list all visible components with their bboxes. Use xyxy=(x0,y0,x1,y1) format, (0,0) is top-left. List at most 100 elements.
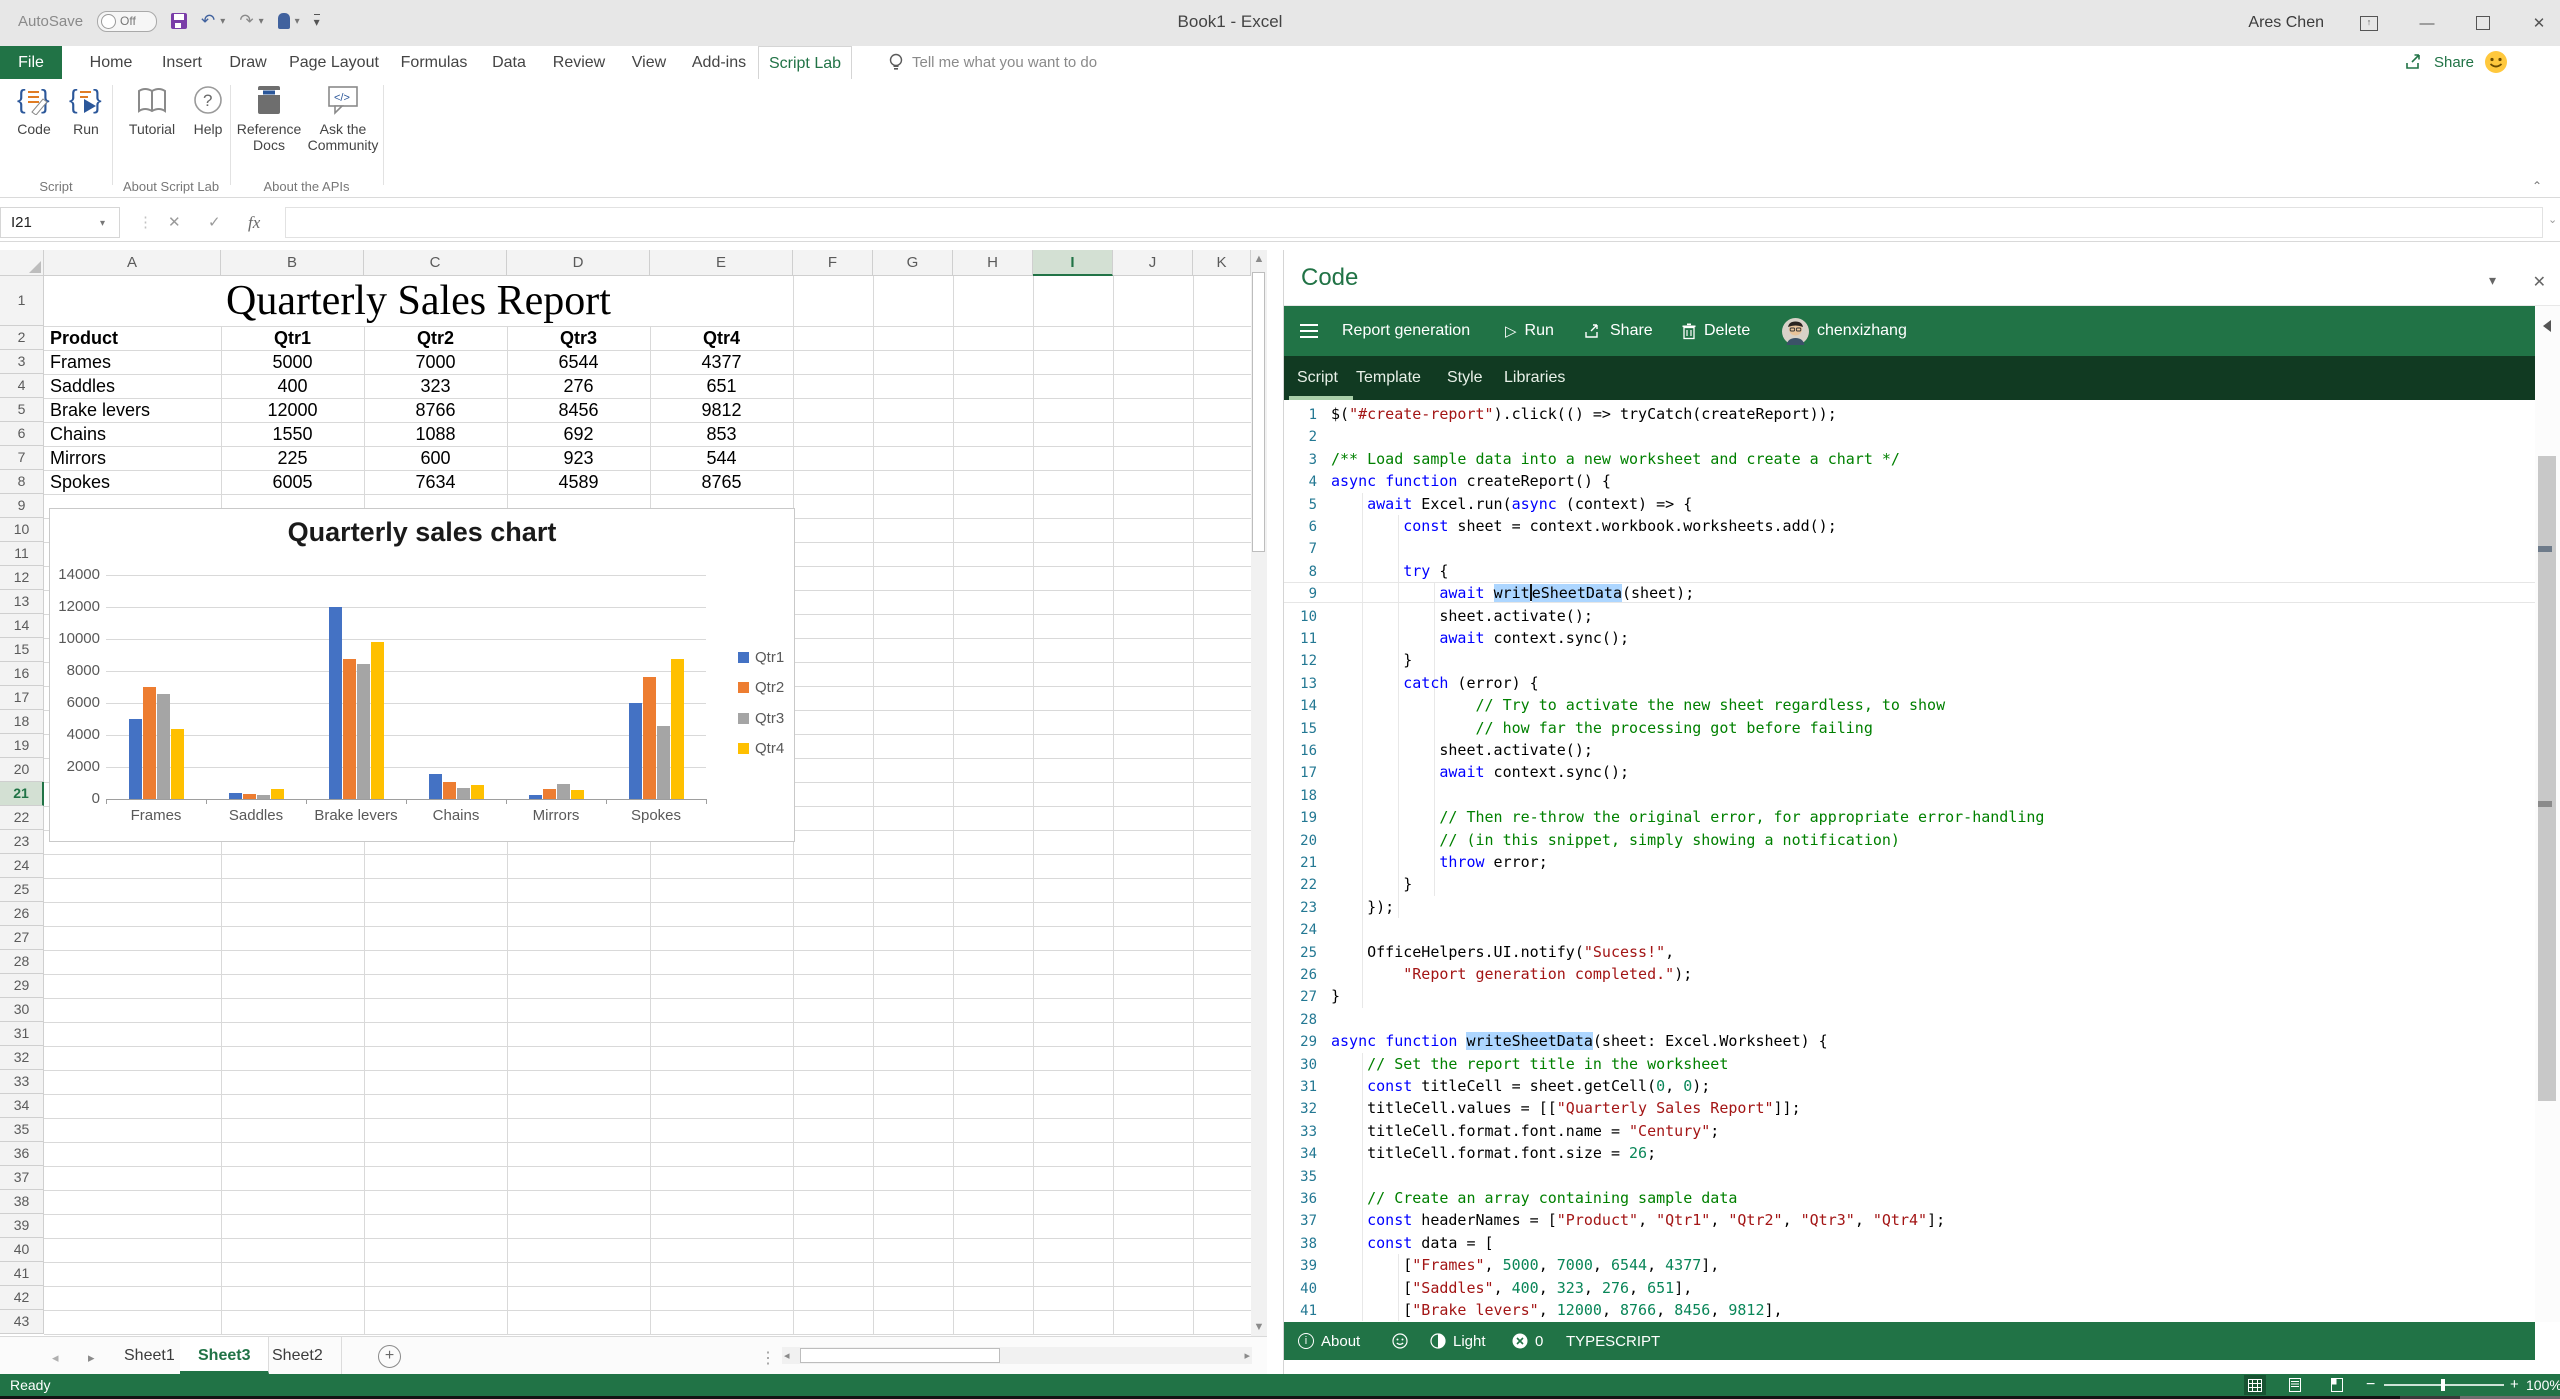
row-header-14[interactable]: 14 xyxy=(0,614,44,638)
share-button[interactable]: Share xyxy=(2434,54,2474,71)
row-header-5[interactable]: 5 xyxy=(0,398,44,422)
restore-icon[interactable] xyxy=(2476,16,2490,30)
confirm-entry-icon[interactable]: ✓ xyxy=(208,213,221,231)
grid-cell[interactable]: Qtr3 xyxy=(507,326,650,350)
grid-cell[interactable]: 12000 xyxy=(221,398,364,422)
code-editor[interactable]: 1$("#create-report").click(() => tryCatc… xyxy=(1284,400,2535,1322)
scroll-up-icon[interactable]: ▲ xyxy=(1251,253,1267,265)
row-header-10[interactable]: 10 xyxy=(0,518,44,542)
signed-in-user[interactable]: Ares Chen xyxy=(2248,14,2324,32)
row-header-6[interactable]: 6 xyxy=(0,422,44,446)
grid-cell[interactable]: Qtr2 xyxy=(364,326,507,350)
zoom-slider-thumb[interactable] xyxy=(2441,1379,2445,1391)
grid-cell[interactable]: 1088 xyxy=(364,422,507,446)
ask-the-community-button[interactable]: </>Ask the Community xyxy=(304,83,382,153)
script-lab-tab-script[interactable]: Script xyxy=(1297,356,1345,400)
feedback-smiley-icon[interactable] xyxy=(2484,50,2508,74)
grid-cell[interactable]: 4377 xyxy=(650,350,793,374)
grid-cell[interactable]: 5000 xyxy=(221,350,364,374)
row-header-18[interactable]: 18 xyxy=(0,710,44,734)
horizontal-scrollbar[interactable]: ◂ ▸ xyxy=(782,1347,1252,1364)
theme-button[interactable]: Light xyxy=(1430,1322,1486,1360)
about-button[interactable]: iAbout xyxy=(1298,1322,1360,1360)
menu-button[interactable] xyxy=(1300,306,1318,356)
grid-cell[interactable]: 8765 xyxy=(650,470,793,494)
formula-input[interactable] xyxy=(285,207,2543,238)
ribbon-tab-review[interactable]: Review xyxy=(546,46,612,79)
grid-cell[interactable]: 7000 xyxy=(364,350,507,374)
scrollbar-resize-handle[interactable]: ⋮ xyxy=(760,1348,776,1368)
column-header-K[interactable]: K xyxy=(1193,250,1251,276)
grid-cell[interactable]: 544 xyxy=(650,446,793,470)
grid-cell[interactable]: 1550 xyxy=(221,422,364,446)
row-header-11[interactable]: 11 xyxy=(0,542,44,566)
pane-collapse-icon[interactable] xyxy=(2543,320,2551,332)
grid-cell[interactable]: 400 xyxy=(221,374,364,398)
script-lab-tab-template[interactable]: Template xyxy=(1356,356,1432,400)
page-layout-view-button[interactable] xyxy=(2288,1378,2302,1392)
row-header-33[interactable]: 33 xyxy=(0,1070,44,1094)
language-mode[interactable]: TYPESCRIPT xyxy=(1566,1322,1660,1360)
ribbon-tab-insert[interactable]: Insert xyxy=(152,46,212,79)
ribbon-display-options-icon[interactable]: ↑ xyxy=(2360,16,2378,31)
row-header-3[interactable]: 3 xyxy=(0,350,44,374)
snippet-name[interactable]: Report generation xyxy=(1342,306,1470,356)
scroll-left-icon[interactable]: ◂ xyxy=(784,1349,790,1362)
grid-cell[interactable]: 323 xyxy=(364,374,507,398)
column-header-B[interactable]: B xyxy=(221,250,364,276)
grid-cell[interactable]: 225 xyxy=(221,446,364,470)
tutorial-button[interactable]: Tutorial xyxy=(120,83,184,137)
zoom-level[interactable]: 100% xyxy=(2526,1377,2560,1393)
ribbon-tab-draw[interactable]: Draw xyxy=(222,46,274,79)
row-header-21[interactable]: 21 xyxy=(0,782,44,806)
delete-snippet-button[interactable]: Delete xyxy=(1682,306,1750,356)
grid-cell[interactable]: 276 xyxy=(507,374,650,398)
column-header-E[interactable]: E xyxy=(650,250,793,276)
grid-cell[interactable]: 6544 xyxy=(507,350,650,374)
column-header-D[interactable]: D xyxy=(507,250,650,276)
ribbon-tab-script-lab[interactable]: Script Lab xyxy=(758,46,852,79)
grid-cell[interactable]: 4589 xyxy=(507,470,650,494)
scroll-right-icon[interactable]: ▸ xyxy=(1244,1349,1250,1362)
sheet-nav-left-icon[interactable]: ◂ xyxy=(52,1350,59,1366)
ribbon-tab-file[interactable]: File xyxy=(0,46,62,79)
select-all-corner[interactable] xyxy=(0,250,44,276)
column-header-F[interactable]: F xyxy=(793,250,873,276)
close-window-icon[interactable]: ✕ xyxy=(2526,14,2552,32)
row-header-26[interactable]: 26 xyxy=(0,902,44,926)
row-header-37[interactable]: 37 xyxy=(0,1166,44,1190)
row-header-38[interactable]: 38 xyxy=(0,1190,44,1214)
column-header-H[interactable]: H xyxy=(953,250,1033,276)
sheet-nav-right-icon[interactable]: ▸ xyxy=(88,1350,95,1366)
share-snippet-button[interactable]: Share xyxy=(1584,306,1653,356)
ribbon-tab-data[interactable]: Data xyxy=(482,46,536,79)
row-header-36[interactable]: 36 xyxy=(0,1142,44,1166)
column-header-G[interactable]: G xyxy=(873,250,953,276)
row-header-27[interactable]: 27 xyxy=(0,926,44,950)
editor-scrollbar-gutter[interactable] xyxy=(2535,306,2560,1322)
row-header-30[interactable]: 30 xyxy=(0,998,44,1022)
row-header-8[interactable]: 8 xyxy=(0,470,44,494)
name-box-dropdown-icon[interactable]: ▾ xyxy=(100,218,105,229)
grid-cell[interactable]: 853 xyxy=(650,422,793,446)
ribbon-tab-home[interactable]: Home xyxy=(80,46,142,79)
row-header-34[interactable]: 34 xyxy=(0,1094,44,1118)
grid-cell[interactable]: 8456 xyxy=(507,398,650,422)
add-sheet-icon[interactable]: + xyxy=(378,1345,401,1368)
report-title-cell[interactable]: Quarterly Sales Report xyxy=(44,276,793,326)
row-header-43[interactable]: 43 xyxy=(0,1310,44,1334)
minimize-icon[interactable]: — xyxy=(2414,15,2440,32)
cancel-entry-icon[interactable]: ✕ xyxy=(168,213,181,231)
script-lab-tab-style[interactable]: Style xyxy=(1447,356,1491,400)
grid-cell[interactable]: 923 xyxy=(507,446,650,470)
grid-cell[interactable]: Qtr1 xyxy=(221,326,364,350)
row-header-16[interactable]: 16 xyxy=(0,662,44,686)
column-header-A[interactable]: A xyxy=(44,250,221,276)
grid-cell[interactable]: Chains xyxy=(50,422,221,446)
grid-cell[interactable]: Brake levers xyxy=(50,398,221,422)
zoom-in-icon[interactable]: + xyxy=(2510,1376,2519,1393)
row-header-19[interactable]: 19 xyxy=(0,734,44,758)
row-header-23[interactable]: 23 xyxy=(0,830,44,854)
grid-cell[interactable]: 8766 xyxy=(364,398,507,422)
row-header-17[interactable]: 17 xyxy=(0,686,44,710)
